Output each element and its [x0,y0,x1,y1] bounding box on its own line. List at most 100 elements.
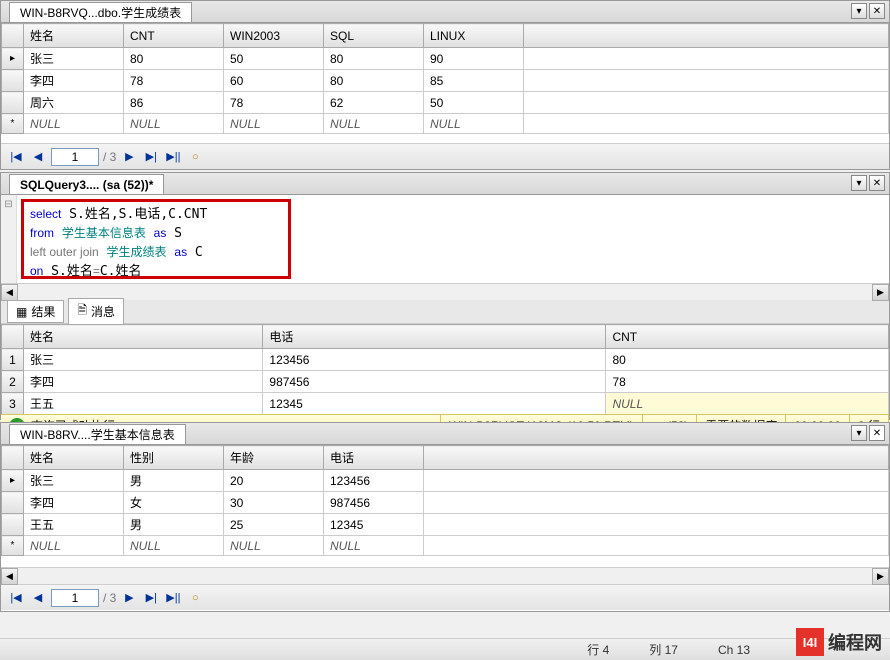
cell[interactable]: 987456 [263,371,606,393]
students-grid[interactable]: 姓名性别年龄电话 ▸张三男20123456 李四女30987456 王五男251234… [1,445,889,567]
dropdown-icon[interactable]: ▾ [851,175,867,191]
row-number[interactable]: 2 [2,371,24,393]
cell[interactable]: 20 [224,470,324,492]
tab-results[interactable]: ▦结果 [7,300,64,323]
nav-prev-icon[interactable]: ◀ [29,589,47,607]
dropdown-icon[interactable]: ▾ [851,425,867,441]
cell[interactable]: NULL [124,536,224,556]
cell[interactable]: 90 [424,48,524,70]
nav-last-icon[interactable]: ▶| [142,589,160,607]
col-header[interactable]: 电话 [263,325,606,349]
nav-last-icon[interactable]: ▶| [142,148,160,166]
cell[interactable]: 80 [324,70,424,92]
row-selector[interactable]: ▸ [2,48,24,70]
col-header[interactable]: 年龄 [224,446,324,470]
tab-grades[interactable]: WIN-B8RVQ...dbo.学生成绩表 [9,2,192,22]
sql-text[interactable]: select S.姓名,S.电话,C.CNT from 学生基本信息表 as S… [21,199,291,279]
cell[interactable]: 80 [124,48,224,70]
cell[interactable]: 50 [424,92,524,114]
close-icon[interactable]: ✕ [869,425,885,441]
cell[interactable]: 张三 [24,470,124,492]
col-header[interactable]: 性别 [124,446,224,470]
cell[interactable]: 987456 [324,492,424,514]
cell[interactable]: 85 [424,70,524,92]
close-icon[interactable]: ✕ [869,3,885,19]
cell[interactable]: 123456 [324,470,424,492]
col-header[interactable]: WIN2003 [224,24,324,48]
cell[interactable]: 78 [124,70,224,92]
nav-stop-icon[interactable]: ▶|| [164,589,182,607]
cell[interactable]: 78 [606,371,889,393]
cell[interactable]: NULL [224,536,324,556]
col-header[interactable]: SQL [324,24,424,48]
row-number[interactable]: 1 [2,349,24,371]
results-grid[interactable]: 姓名电话CNT 1张三12345680 2李四98745678 3王五12345NUL… [1,324,889,414]
nav-position-input[interactable] [51,589,99,607]
col-header[interactable]: CNT [606,325,889,349]
close-icon[interactable]: ✕ [869,175,885,191]
nav-first-icon[interactable]: |◀ [7,148,25,166]
col-header[interactable]: LINUX [424,24,524,48]
row-selector[interactable]: * [2,536,24,556]
cell[interactable]: 李四 [24,371,263,393]
cell[interactable]: NULL [424,114,524,134]
row-selector[interactable]: ▸ [2,470,24,492]
cell[interactable]: 78 [224,92,324,114]
nav-next-icon[interactable]: ▶ [120,589,138,607]
nav-prev-icon[interactable]: ◀ [29,148,47,166]
cell[interactable]: 周六 [24,92,124,114]
cell[interactable]: NULL [324,114,424,134]
cell[interactable]: 女 [124,492,224,514]
col-header[interactable]: 姓名 [24,24,124,48]
cell[interactable]: 李四 [24,492,124,514]
cell[interactable]: 12345 [324,514,424,536]
col-header[interactable]: 电话 [324,446,424,470]
cell[interactable]: NULL [24,114,124,134]
cell[interactable]: NULL [324,536,424,556]
cell[interactable]: 123456 [263,349,606,371]
cell[interactable]: 50 [224,48,324,70]
tab-messages[interactable]: 🗎消息 [68,298,124,325]
cell[interactable]: 王五 [24,514,124,536]
cell[interactable]: NULL [24,536,124,556]
nav-new-icon[interactable]: ○ [186,148,204,166]
hscrollbar[interactable]: ◀▶ [1,283,889,300]
grades-grid[interactable]: 姓名CNTWIN2003SQLLINUX▸张三80508090李四7860808… [1,23,889,143]
row-selector[interactable] [2,492,24,514]
nav-next-icon[interactable]: ▶ [120,148,138,166]
cell[interactable]: 80 [324,48,424,70]
cell[interactable]: 男 [124,514,224,536]
cell[interactable]: 12345 [263,393,606,415]
cell[interactable]: 30 [224,492,324,514]
dropdown-icon[interactable]: ▾ [851,3,867,19]
nav-position-input[interactable] [51,148,99,166]
tab-query[interactable]: SQLQuery3.... (sa (52))* [9,174,164,194]
nav-stop-icon[interactable]: ▶|| [164,148,182,166]
sql-editor[interactable]: ⊟ select S.姓名,S.电话,C.CNT from 学生基本信息表 as… [1,195,889,283]
row-selector[interactable]: * [2,114,24,134]
col-header[interactable]: 姓名 [24,325,263,349]
cell[interactable]: 李四 [24,70,124,92]
cell[interactable]: 25 [224,514,324,536]
row-selector[interactable] [2,70,24,92]
tab-students[interactable]: WIN-B8RV....学生基本信息表 [9,424,186,444]
hscrollbar[interactable]: ◀▶ [1,567,889,584]
col-header[interactable]: CNT [124,24,224,48]
col-header[interactable]: 姓名 [24,446,124,470]
cell[interactable]: NULL [124,114,224,134]
cell[interactable]: 60 [224,70,324,92]
nav-first-icon[interactable]: |◀ [7,589,25,607]
nav-new-icon[interactable]: ○ [186,589,204,607]
cell[interactable]: 62 [324,92,424,114]
cell[interactable]: 王五 [24,393,263,415]
cell[interactable]: 男 [124,470,224,492]
cell[interactable]: 张三 [24,48,124,70]
cell[interactable]: 张三 [24,349,263,371]
row-number[interactable]: 3 [2,393,24,415]
cell[interactable]: NULL [224,114,324,134]
cell[interactable]: 86 [124,92,224,114]
cell[interactable]: NULL [606,393,889,415]
row-selector[interactable] [2,514,24,536]
row-selector[interactable] [2,92,24,114]
cell[interactable]: 80 [606,349,889,371]
